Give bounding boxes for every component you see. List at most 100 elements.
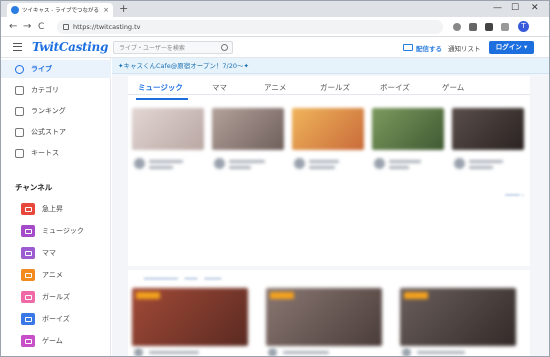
- sidebar-item-ranking[interactable]: ランキング: [1, 102, 111, 120]
- tab-divider: [128, 94, 530, 95]
- stream-meta: [292, 154, 364, 180]
- tab-title: ツイキャス - ライブでつながるコミュニ…: [22, 8, 100, 14]
- search-input[interactable]: ライブ・ユーザーを検索: [113, 41, 233, 54]
- close-tab-icon[interactable]: ×: [103, 6, 109, 14]
- channel-item-anime[interactable]: アニメ: [21, 266, 111, 284]
- back-button[interactable]: ←: [9, 20, 17, 34]
- channel-label: ゲーム: [42, 337, 63, 345]
- tab-girls[interactable]: ガールズ: [320, 82, 350, 93]
- channel-heading: チャンネル: [15, 183, 53, 192]
- game-icon: [21, 335, 35, 347]
- anime-icon: [21, 269, 35, 281]
- sidebar-item-label: キートス: [31, 149, 59, 157]
- stream-meta: [400, 348, 516, 356]
- girls-icon: [21, 291, 35, 303]
- store-icon: [15, 127, 24, 137]
- extension-2-icon[interactable]: [501, 23, 509, 31]
- stream-meta: [452, 154, 524, 180]
- list-icon: [15, 85, 24, 95]
- camera-icon[interactable]: [469, 23, 477, 31]
- sidebar-item-live[interactable]: ライブ: [1, 60, 111, 78]
- mama-icon: [21, 247, 35, 259]
- url-text: https://twitcasting.tv: [73, 23, 141, 31]
- address-bar: ← → C https://twitcasting.tv T: [1, 17, 549, 37]
- sidebar-item-label: ランキング: [31, 107, 66, 115]
- featured-stream-thumbnail[interactable]: [132, 288, 248, 346]
- close-window-button[interactable]: ✕: [531, 2, 539, 14]
- channel-item-boys[interactable]: ボーイズ: [21, 310, 111, 328]
- tab-mama[interactable]: ママ: [212, 82, 227, 93]
- more-link[interactable]: ━━━━ ›: [505, 192, 524, 199]
- stream-meta: [372, 154, 444, 180]
- channel-item-music[interactable]: ミュージック: [21, 222, 111, 240]
- live-icon: [15, 64, 24, 74]
- announcement-banner[interactable]: ✦キャスくんCafe@原宿オープン！7/20〜✦: [112, 58, 549, 74]
- category-tabs: ミュージック ママ アニメ ガールズ ボーイズ ゲーム: [128, 82, 530, 100]
- recommended-panel: ━━━━━━━━ ━━━ ━━━━: [128, 270, 530, 356]
- stream-meta: [132, 154, 204, 180]
- profile-avatar[interactable]: T: [518, 21, 529, 32]
- stream-thumbnail[interactable]: [212, 108, 284, 150]
- new-tab-button[interactable]: +: [119, 3, 128, 15]
- trending-icon: [21, 203, 35, 215]
- reload-button[interactable]: C: [38, 20, 44, 34]
- sidebar-item-category[interactable]: カテゴリ: [1, 81, 111, 99]
- url-field[interactable]: https://twitcasting.tv: [57, 20, 443, 34]
- tab-boys[interactable]: ボーイズ: [380, 82, 410, 93]
- kiitos-icon: [15, 148, 24, 158]
- channel-item-girls[interactable]: ガールズ: [21, 288, 111, 306]
- browser-tab[interactable]: ツイキャス - ライブでつながるコミュニ… ×: [7, 3, 113, 17]
- search-placeholder: ライブ・ユーザーを検索: [119, 45, 185, 52]
- sidebar-item-label: カテゴリ: [31, 86, 59, 94]
- minimize-button[interactable]: —: [493, 2, 502, 14]
- lock-icon: [63, 24, 69, 30]
- sidebar-item-kiitos[interactable]: キートス: [1, 144, 111, 162]
- extension-icon[interactable]: [485, 23, 493, 31]
- channel-label: ミュージック: [42, 227, 84, 235]
- channel-label: 急上昇: [42, 205, 63, 213]
- stream-thumbnail[interactable]: [132, 108, 204, 150]
- channel-item-mama[interactable]: ママ: [21, 244, 111, 262]
- stream-thumbnail[interactable]: [372, 108, 444, 150]
- login-button[interactable]: ログイン ▾: [489, 41, 534, 54]
- boys-icon: [21, 313, 35, 325]
- tab-strip: ツイキャス - ライブでつながるコミュニ… × + — ☐ ✕: [1, 1, 549, 17]
- search-icon[interactable]: [221, 44, 228, 51]
- stream-meta: [132, 348, 248, 356]
- sidebar-item-label: 公式ストア: [31, 128, 66, 136]
- channel-item-game[interactable]: ゲーム: [21, 332, 111, 350]
- site-header: TwitCasting ライブ・ユーザーを検索 配信する 通知リスト ログイン …: [1, 38, 549, 58]
- twitcasting-favicon-icon: [11, 6, 19, 14]
- stream-thumbnail[interactable]: [292, 108, 364, 150]
- menu-icon[interactable]: [13, 43, 22, 51]
- tab-game[interactable]: ゲーム: [442, 82, 464, 93]
- broadcast-camera-icon[interactable]: [403, 44, 413, 51]
- featured-stream-thumbnail[interactable]: [400, 288, 516, 346]
- browser-window: ツイキャス - ライブでつながるコミュニ… × + — ☐ ✕ ← → C ht…: [0, 0, 550, 357]
- forward-button[interactable]: →: [23, 20, 31, 34]
- music-icon: [21, 225, 35, 237]
- active-tab-indicator: [136, 98, 188, 100]
- channel-label: ボーイズ: [42, 315, 70, 323]
- star-icon[interactable]: [453, 23, 461, 31]
- ranking-icon: [15, 106, 24, 116]
- twitcasting-logo[interactable]: TwitCasting: [32, 40, 108, 54]
- sidebar-item-store[interactable]: 公式ストア: [1, 123, 111, 141]
- stream-meta: [266, 348, 382, 356]
- channel-label: アニメ: [42, 271, 63, 279]
- notify-list-link[interactable]: 通知リスト: [448, 43, 481, 53]
- maximize-button[interactable]: ☐: [511, 2, 519, 14]
- channel-label: ママ: [42, 249, 56, 257]
- tab-music[interactable]: ミュージック: [138, 82, 183, 93]
- sidebar-item-label: ライブ: [31, 65, 52, 73]
- tab-anime[interactable]: アニメ: [264, 82, 286, 93]
- broadcast-link[interactable]: 配信する: [416, 43, 442, 53]
- featured-stream-thumbnail[interactable]: [266, 288, 382, 346]
- stream-thumbnail[interactable]: [452, 108, 524, 150]
- sidebar: ライブ カテゴリ ランキング 公式ストア キートス チャンネル 急上昇 ミュージ…: [1, 58, 111, 356]
- main-content: ✦キャスくんCafe@原宿オープン！7/20〜✦ ミュージック ママ アニメ ガ…: [112, 58, 549, 356]
- channel-item-trending[interactable]: 急上昇: [21, 200, 111, 218]
- channel-label: ガールズ: [42, 293, 70, 301]
- stream-meta: [212, 154, 284, 180]
- recommended-tabs: ━━━━━━━━ ━━━ ━━━━: [144, 275, 222, 283]
